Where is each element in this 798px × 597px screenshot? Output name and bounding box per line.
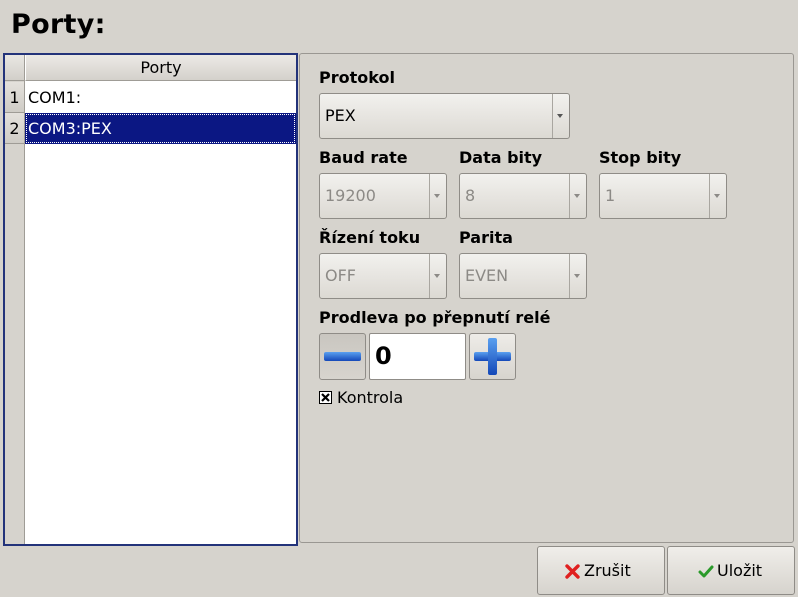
checkmark-x-icon <box>321 393 330 402</box>
flow-control-select[interactable]: OFF <box>319 253 447 299</box>
chevron-down-icon <box>574 194 580 198</box>
parity-select[interactable]: EVEN <box>459 253 587 299</box>
cancel-button[interactable]: Zrušit <box>537 546 665 595</box>
port-cell[interactable]: COM1: <box>25 82 296 113</box>
flow-control-label: Řízení toku <box>319 228 421 247</box>
close-icon <box>565 564 580 579</box>
dropdown-button[interactable] <box>709 174 726 218</box>
flow-control-value: OFF <box>325 266 356 285</box>
page-title: Porty: <box>11 9 106 40</box>
data-bits-label: Data bity <box>459 148 543 167</box>
protocol-select[interactable]: PEX <box>319 93 570 139</box>
data-bits-value: 8 <box>465 186 476 205</box>
protocol-label: Protokol <box>319 68 395 87</box>
chevron-down-icon <box>574 274 580 278</box>
relay-delay-label: Prodleva po přepnutí relé <box>319 308 551 327</box>
dropdown-button[interactable] <box>569 254 586 298</box>
baud-rate-select[interactable]: 19200 <box>319 173 447 219</box>
dropdown-button[interactable] <box>429 174 446 218</box>
control-checkbox-label[interactable]: Kontrola <box>337 388 403 407</box>
parity-value: EVEN <box>465 266 509 285</box>
ports-table: Porty 1 COM1: 2 COM3:PEX <box>3 53 298 546</box>
minus-icon <box>324 352 361 361</box>
baud-rate-value: 19200 <box>325 186 376 205</box>
stop-bits-select[interactable]: 1 <box>599 173 727 219</box>
data-bits-select[interactable]: 8 <box>459 173 587 219</box>
parity-label: Parita <box>459 228 513 247</box>
protocol-value: PEX <box>325 106 356 125</box>
save-label: Uložit <box>717 561 763 580</box>
control-checkbox[interactable] <box>319 391 332 404</box>
checkmark-icon <box>698 565 714 578</box>
cancel-label: Zrušit <box>584 561 631 580</box>
chevron-down-icon <box>714 194 720 198</box>
stop-bits-value: 1 <box>605 186 616 205</box>
dropdown-button[interactable] <box>552 94 569 138</box>
port-cell[interactable]: COM3:PEX <box>25 113 296 144</box>
stop-bits-label: Stop bity <box>599 148 682 167</box>
plus-icon <box>474 338 511 375</box>
row-number: 1 <box>5 82 24 113</box>
baud-rate-label: Baud rate <box>319 148 408 167</box>
chevron-down-icon <box>434 274 440 278</box>
increment-button[interactable] <box>469 333 516 380</box>
row-number: 2 <box>5 113 24 144</box>
table-row[interactable]: 1 COM1: <box>5 82 296 113</box>
table-corner-cell[interactable] <box>5 55 24 81</box>
chevron-down-icon <box>434 194 440 198</box>
table-row-selected[interactable]: 2 COM3:PEX <box>5 113 296 144</box>
chevron-down-icon <box>557 114 563 118</box>
save-button[interactable]: Uložit <box>667 546 795 595</box>
dropdown-button[interactable] <box>569 174 586 218</box>
decrement-button[interactable] <box>319 333 366 380</box>
dropdown-button[interactable] <box>429 254 446 298</box>
column-header-ports[interactable]: Porty <box>25 55 296 81</box>
relay-delay-input[interactable]: 0 <box>369 333 466 380</box>
